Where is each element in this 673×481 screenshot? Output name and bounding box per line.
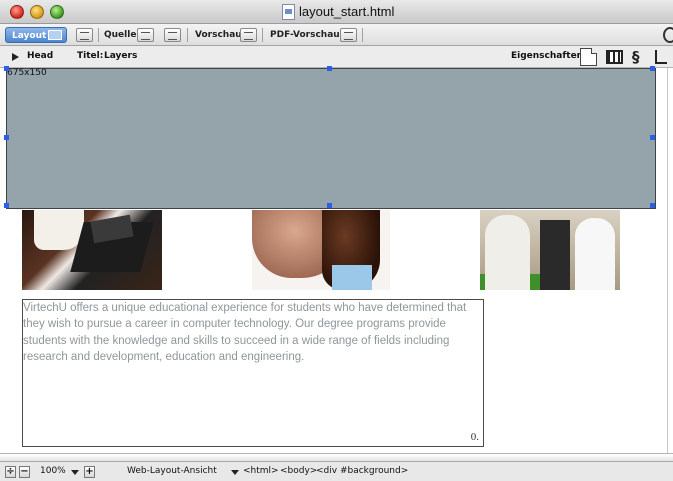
resize-handle-bottom-right[interactable] xyxy=(650,203,655,208)
zoom-out-button[interactable]: − xyxy=(19,466,30,478)
tag-html[interactable]: <html> xyxy=(243,466,279,476)
zoom-button-icon[interactable] xyxy=(50,5,64,19)
info-icon[interactable] xyxy=(663,27,673,43)
pdf-vorschau-tab[interactable]: PDF-Vorschau xyxy=(270,27,340,43)
titel-label: Titel: xyxy=(77,51,104,61)
tag-div-background[interactable]: <div #background> xyxy=(316,466,408,476)
photo-shape xyxy=(485,215,530,290)
photo-shape xyxy=(575,218,615,290)
source-split-icon[interactable] xyxy=(164,28,181,42)
body-text[interactable]: VirtechU offers a unique educational exp… xyxy=(23,300,485,365)
preview-icon[interactable] xyxy=(240,28,257,42)
view-toolbar: Layout Quelle Vorschau PDF-Vorschau xyxy=(0,24,673,46)
horizontal-scrollbar[interactable] xyxy=(0,453,673,461)
photo-shape xyxy=(34,210,84,250)
layer-size-label: 675x150 xyxy=(7,68,47,78)
crop-icon[interactable] xyxy=(655,50,667,64)
layout-canvas[interactable]: 675x150 VirtechU offers a unique educati… xyxy=(0,66,673,461)
page-properties-icon[interactable] xyxy=(580,48,597,66)
resize-handle-top-right[interactable] xyxy=(650,66,655,71)
toolbar-divider xyxy=(98,28,99,42)
head-label: Head xyxy=(27,51,54,61)
toolbar-divider xyxy=(187,28,188,42)
photo-student-laptop[interactable] xyxy=(22,210,162,290)
zoom-dropdown-arrow-icon[interactable] xyxy=(71,470,79,475)
zoom-level[interactable]: 100% xyxy=(40,466,66,476)
pdf-preview-icon[interactable] xyxy=(340,28,357,42)
tag-body[interactable]: <body> xyxy=(280,466,317,476)
status-bar: ÷ − 100% + Web-Layout-Ansicht <html> <bo… xyxy=(0,461,673,481)
quelle-tab[interactable]: Quelle xyxy=(104,27,136,43)
html-document-icon xyxy=(282,4,295,20)
resize-handle-left[interactable] xyxy=(4,135,9,140)
toolbar-divider xyxy=(262,28,263,42)
disclosure-triangle-icon[interactable] xyxy=(12,53,19,61)
minimize-button-icon[interactable] xyxy=(30,5,44,19)
layout-view-icon xyxy=(48,30,62,40)
photo-smiling-woman[interactable] xyxy=(252,210,390,290)
zoom-stepper-icon[interactable]: ÷ xyxy=(5,466,16,478)
toolbar-divider xyxy=(362,28,363,42)
photo-shape xyxy=(332,265,372,290)
head-properties-bar: Head Titel: Layers Eigenschaften: § xyxy=(0,46,673,68)
text-box[interactable]: VirtechU offers a unique educational exp… xyxy=(22,299,484,447)
split-view-icon[interactable] xyxy=(76,28,93,42)
filmstrip-icon[interactable] xyxy=(606,50,623,64)
photo-student-group[interactable] xyxy=(480,210,620,290)
resize-handle-top[interactable] xyxy=(327,66,332,71)
resize-handle-right[interactable] xyxy=(650,135,655,140)
window-titlebar: layout_start.html xyxy=(0,0,673,24)
view-mode-select[interactable]: Web-Layout-Ansicht xyxy=(127,466,217,476)
close-button-icon[interactable] xyxy=(10,5,24,19)
layout-tab[interactable]: Layout xyxy=(5,27,67,43)
vorschau-tab[interactable]: Vorschau xyxy=(195,27,242,43)
zoom-in-button[interactable]: + xyxy=(84,466,95,478)
resize-handle-bottom-left[interactable] xyxy=(4,203,9,208)
link-icon[interactable]: § xyxy=(632,48,649,66)
resize-handle-top-left[interactable] xyxy=(4,66,9,71)
window-title: layout_start.html xyxy=(299,4,395,19)
paragraph-mark: 0. xyxy=(470,431,479,443)
eigenschaften-label: Eigenschaften: xyxy=(511,51,587,61)
layout-tab-label: Layout xyxy=(12,31,47,41)
photo-shape xyxy=(540,220,570,290)
source-view-icon[interactable] xyxy=(137,28,154,42)
resize-handle-bottom[interactable] xyxy=(327,203,332,208)
view-mode-dropdown-arrow-icon[interactable] xyxy=(231,470,239,475)
titel-value[interactable]: Layers xyxy=(104,51,137,61)
selected-layer[interactable]: 675x150 xyxy=(4,66,656,209)
page-edge-line xyxy=(667,68,668,453)
